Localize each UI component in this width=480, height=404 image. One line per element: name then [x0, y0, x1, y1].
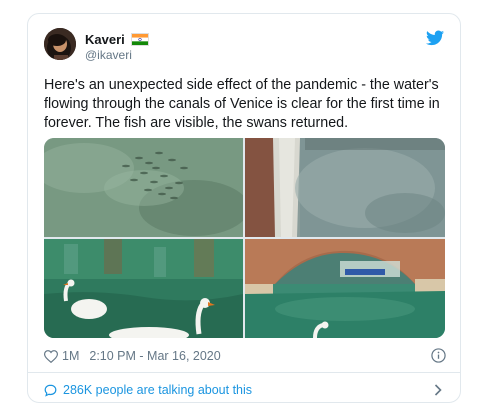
info-icon[interactable]: [431, 348, 446, 363]
conversation-text[interactable]: 286K people are talking about this: [63, 383, 252, 397]
display-name[interactable]: Kaveri: [85, 32, 125, 47]
india-flag-icon: [130, 33, 149, 46]
tweet-card: Kaveri @ikaveri Here's an unexpected sid…: [27, 13, 461, 403]
user-handle[interactable]: @ikaveri: [85, 48, 132, 62]
tweet-meta: 1M 2:10 PM - Mar 16, 2020: [44, 347, 446, 365]
twitter-bird-icon[interactable]: [426, 30, 444, 46]
timestamp[interactable]: 2:10 PM - Mar 16, 2020: [89, 349, 220, 363]
tweet-text: Here's an unexpected side effect of the …: [44, 77, 440, 131]
like-count[interactable]: 1M: [62, 349, 79, 363]
bridge-over-canal-photo[interactable]: [245, 239, 445, 338]
conversation-link[interactable]: 286K people are talking about this: [44, 380, 446, 400]
divider: [28, 372, 460, 373]
name-row: Kaveri: [85, 32, 149, 47]
speech-bubble-icon: [44, 384, 57, 397]
tweet-header: Kaveri @ikaveri: [44, 28, 444, 66]
fish-in-clear-water-photo[interactable]: [44, 138, 243, 237]
swans-in-canal-photo[interactable]: [44, 239, 243, 338]
heart-icon[interactable]: [44, 349, 58, 363]
avatar[interactable]: [44, 28, 76, 60]
chevron-right-icon[interactable]: [434, 384, 442, 396]
media-grid: [44, 138, 445, 338]
canal-clear-water-photo[interactable]: [245, 138, 445, 237]
